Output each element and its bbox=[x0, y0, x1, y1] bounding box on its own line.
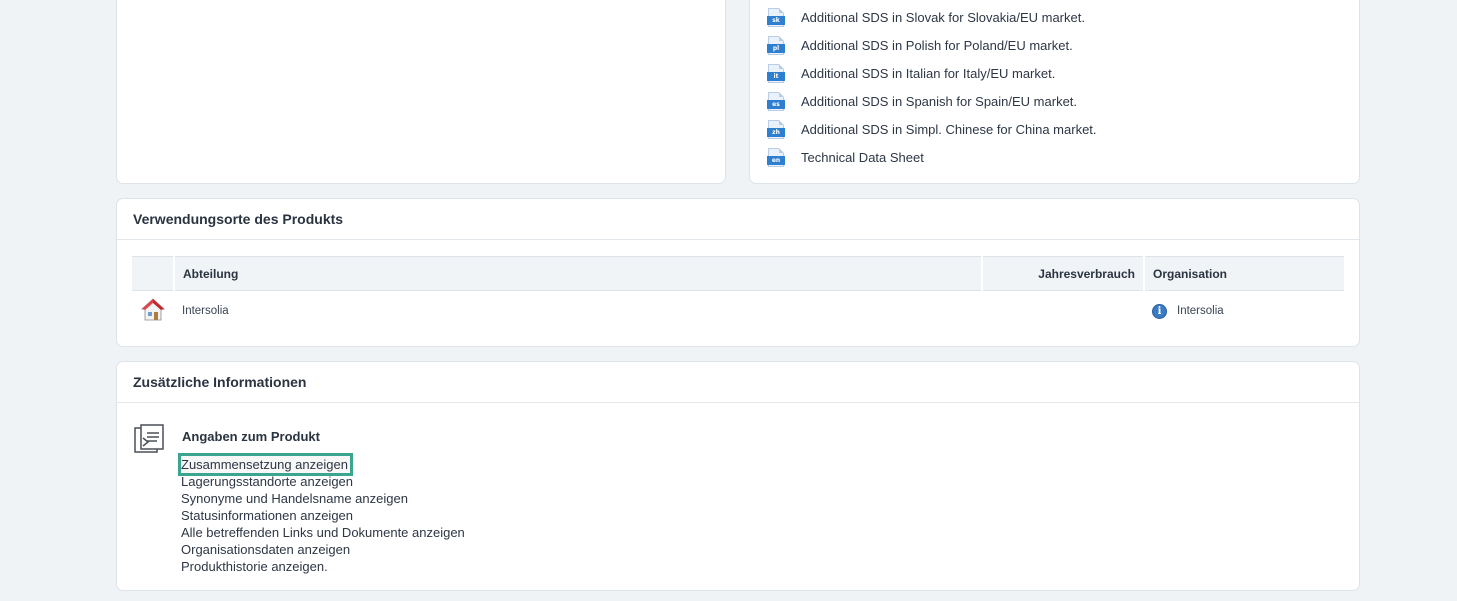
link-show-storage-locations[interactable]: Lagerungsstandorte anzeigen bbox=[181, 473, 465, 490]
organisation-name: Intersolia bbox=[1177, 305, 1224, 317]
document-label: Additional SDS in Simpl. Chinese for Chi… bbox=[801, 121, 1097, 137]
document-zh-icon: zh bbox=[767, 119, 785, 139]
product-info-links: Zusammensetzung anzeigen Lagerungsstando… bbox=[178, 453, 465, 575]
document-sk-icon: sk bbox=[767, 7, 785, 27]
department-cell: Intersolia bbox=[182, 305, 229, 317]
table-row[interactable]: Intersolia i Intersolia bbox=[132, 291, 1344, 332]
document-link-zh[interactable]: zh Additional SDS in Simpl. Chinese for … bbox=[767, 115, 1097, 143]
document-label: Additional SDS in Slovak for Slovakia/EU… bbox=[801, 9, 1085, 25]
empty-panel bbox=[116, 0, 726, 184]
column-header-organisation[interactable]: Organisation bbox=[1143, 256, 1344, 291]
annual-cell bbox=[982, 291, 1144, 332]
usage-panel: Verwendungsorte des Produkts Abteilung J… bbox=[116, 198, 1360, 347]
additional-info-title: Zusätzliche Informationen bbox=[117, 362, 1359, 403]
link-show-status[interactable]: Statusinformationen anzeigen bbox=[181, 507, 465, 524]
table-header-row: Abteilung Jahresverbrauch Organisation bbox=[132, 256, 1344, 291]
organisation-cell: i Intersolia bbox=[1144, 291, 1344, 332]
document-en-icon: en bbox=[767, 147, 785, 167]
icon-column-header bbox=[132, 256, 174, 291]
product-sheet-icon bbox=[133, 424, 167, 456]
link-show-synonyms[interactable]: Synonyme und Handelsname anzeigen bbox=[181, 490, 465, 507]
document-label: Additional SDS in Spanish for Spain/EU m… bbox=[801, 93, 1078, 109]
link-show-organisation-data[interactable]: Organisationsdaten anzeigen bbox=[181, 541, 465, 558]
document-label: Technical Data Sheet bbox=[801, 149, 924, 165]
link-show-composition[interactable]: Zusammensetzung anzeigen bbox=[178, 453, 353, 476]
document-label: Additional SDS in Italian for Italy/EU m… bbox=[801, 65, 1056, 81]
document-link-pl[interactable]: pl Additional SDS in Polish for Poland/E… bbox=[767, 31, 1097, 59]
document-label: Additional SDS in Polish for Poland/EU m… bbox=[801, 37, 1073, 53]
usage-panel-title: Verwendungsorte des Produkts bbox=[117, 199, 1359, 240]
document-es-icon: es bbox=[767, 91, 785, 111]
document-list: sk Additional SDS in Slovak for Slovakia… bbox=[767, 3, 1097, 171]
additional-info-panel: Zusätzliche Informationen Angaben zum Pr… bbox=[116, 361, 1360, 591]
column-header-annual[interactable]: Jahresverbrauch bbox=[981, 256, 1144, 291]
document-it-icon: it bbox=[767, 63, 785, 83]
link-show-product-history[interactable]: Produkthistorie anzeigen. bbox=[181, 558, 465, 575]
document-link-it[interactable]: it Additional SDS in Italian for Italy/E… bbox=[767, 59, 1097, 87]
link-show-documents[interactable]: Alle betreffenden Links und Dokumente an… bbox=[181, 524, 465, 541]
product-info-heading: Angaben zum Produkt bbox=[182, 429, 320, 444]
document-link-en[interactable]: en Technical Data Sheet bbox=[767, 143, 1097, 171]
usage-table: Abteilung Jahresverbrauch Organisation I… bbox=[132, 256, 1344, 331]
info-icon[interactable]: i bbox=[1152, 303, 1167, 319]
house-icon bbox=[132, 291, 174, 332]
document-pl-icon: pl bbox=[767, 35, 785, 55]
column-header-department[interactable]: Abteilung bbox=[173, 256, 982, 291]
document-link-es[interactable]: es Additional SDS in Spanish for Spain/E… bbox=[767, 87, 1097, 115]
documents-panel: sk Additional SDS in Slovak for Slovakia… bbox=[749, 0, 1360, 184]
document-link-sk[interactable]: sk Additional SDS in Slovak for Slovakia… bbox=[767, 3, 1097, 31]
